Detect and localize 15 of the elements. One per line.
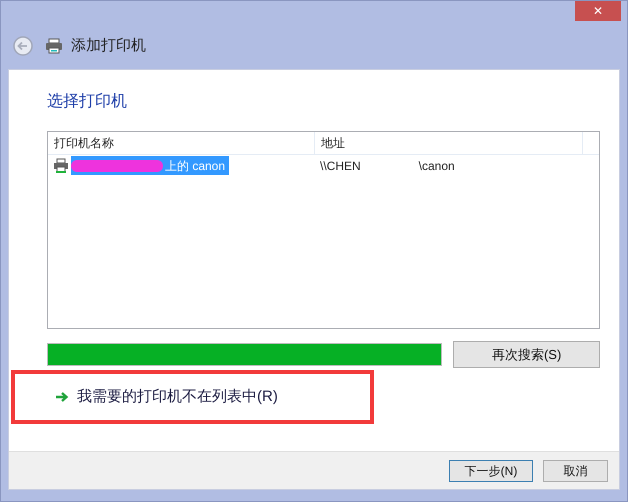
close-button[interactable]: ✕ <box>575 1 621 21</box>
address-text: \\CHEN <box>320 158 361 174</box>
column-header[interactable]: 地址 <box>315 132 583 154</box>
arrow-icon <box>55 391 69 403</box>
back-icon[interactable] <box>13 36 33 56</box>
search-again-button[interactable]: 再次搜索(S) <box>453 341 600 368</box>
page-heading: 选择打印机 <box>47 92 128 112</box>
printer-icon <box>45 38 63 54</box>
cancel-button[interactable]: 取消 <box>543 460 608 482</box>
printer-icon <box>53 158 69 174</box>
window-title: 添加打印机 <box>71 36 146 56</box>
next-button[interactable]: 下一步(N) <box>449 460 533 482</box>
not-listed-link[interactable]: 我需要的打印机不在列表中(R) <box>77 386 278 408</box>
column-header[interactable]: 打印机名称 <box>48 132 315 154</box>
address-text: \canon <box>418 158 455 174</box>
